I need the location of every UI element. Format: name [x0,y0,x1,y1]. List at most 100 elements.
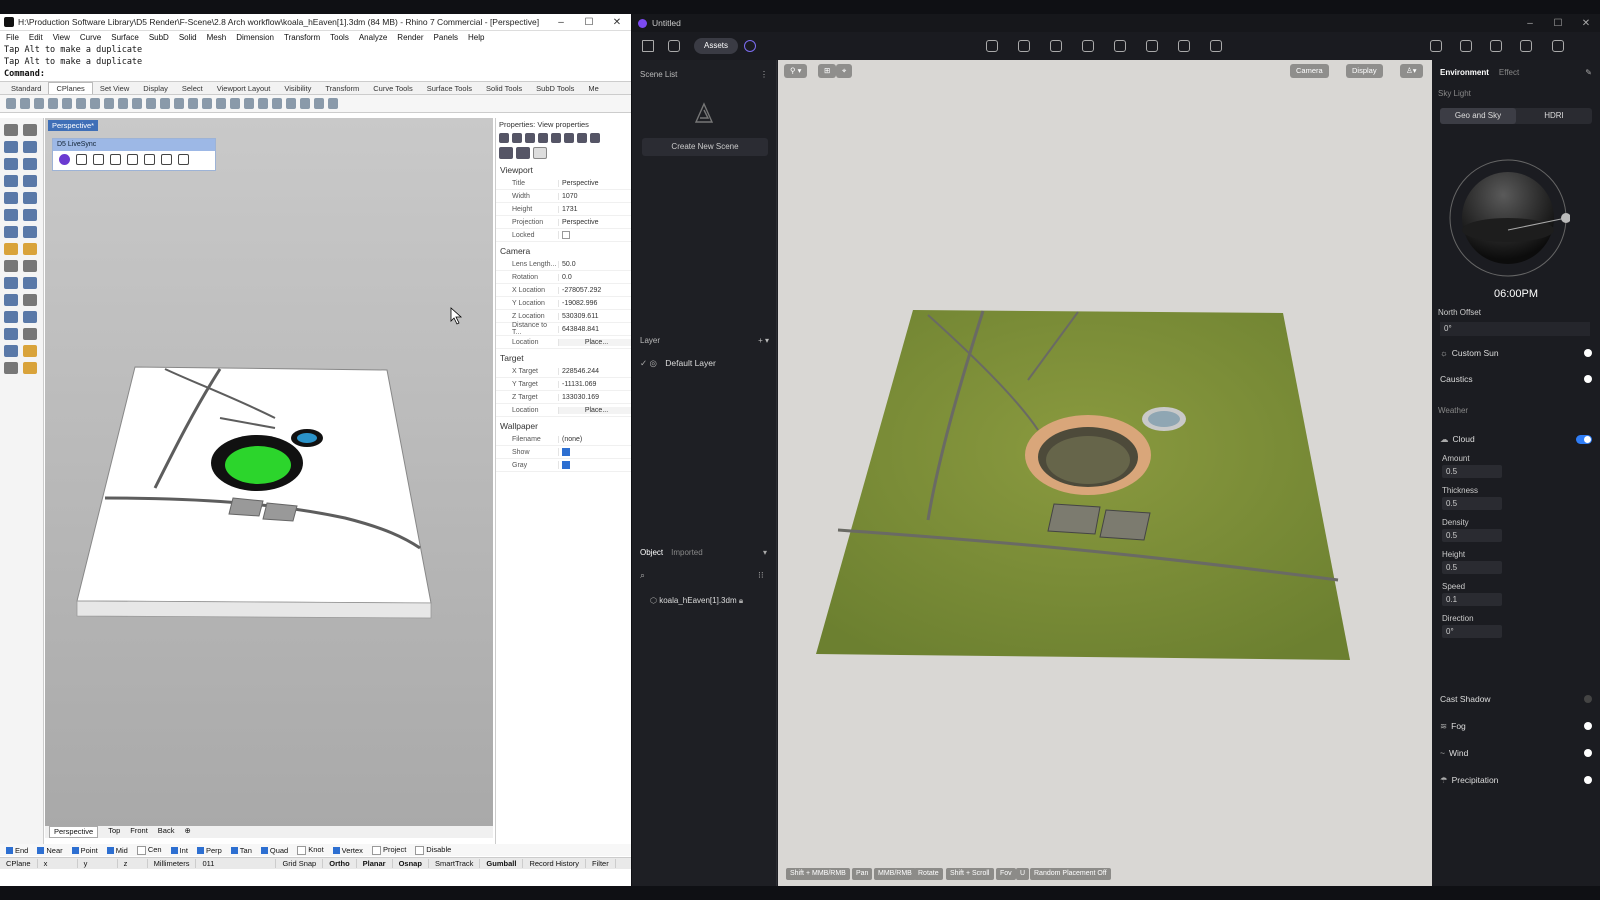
prop-distance-value[interactable]: 643848.841 [558,325,631,333]
menu-transform[interactable]: Transform [284,33,320,42]
render-icon[interactable] [577,133,587,143]
video-icon[interactable] [1520,40,1532,52]
close-icon[interactable]: ✕ [603,17,631,28]
link-icon[interactable] [516,147,530,159]
tab-transform[interactable]: Transform [318,83,366,94]
speed-input[interactable]: 0.1 [1442,593,1502,606]
tab-curve-tools[interactable]: Curve Tools [366,83,419,94]
path-icon[interactable] [1018,40,1030,52]
prop-ytarget-value[interactable]: -11131.069 [558,380,631,388]
menu-surface[interactable]: Surface [111,33,139,42]
tab-mesh-tools[interactable]: Me [581,83,605,94]
cplane-tool-icon[interactable] [258,98,268,109]
assets-button[interactable]: Assets [694,38,738,54]
tab-effect[interactable]: Effect [1499,68,1519,77]
filter-icon[interactable]: ▾ [763,548,767,557]
camera-icon[interactable] [499,147,513,159]
grid-icon[interactable]: ⁝⁝ [758,570,764,581]
tab-subd-tools[interactable]: SubD Tools [529,83,581,94]
wind-toggle[interactable] [1584,749,1592,757]
amount-input[interactable]: 0.5 [1442,465,1502,478]
osnap-mid[interactable]: Mid [107,846,128,855]
cplane-tool-icon[interactable] [146,98,156,109]
menu-dimension[interactable]: Dimension [236,33,274,42]
close-icon[interactable]: ✕ [1572,18,1600,29]
tab-cplanes[interactable]: CPlanes [48,82,93,94]
cplane-tool-icon[interactable] [48,98,58,109]
object-props-icon[interactable] [499,133,509,143]
sky-light-header[interactable]: Sky Light [1432,85,1600,102]
layer-tool-icon[interactable] [4,345,18,357]
cplane-tool-icon[interactable] [286,98,296,109]
material-tool-icon[interactable] [23,345,37,357]
boolean-tool-icon[interactable] [23,277,37,289]
minimize-icon[interactable]: – [547,17,575,28]
curve-tool-icon[interactable] [4,141,18,153]
analyze-tool-icon[interactable] [23,328,37,340]
tab-perspective[interactable]: Perspective [49,826,99,838]
scatter-icon[interactable] [1114,40,1126,52]
cplane-tool-icon[interactable] [314,98,324,109]
thickness-input[interactable]: 0.5 [1442,497,1502,510]
prop-projection-select[interactable]: Perspective [558,218,631,226]
prop-rotation-value[interactable]: 0.0 [558,273,631,281]
tab-display[interactable]: Display [136,83,175,94]
place-icon[interactable] [986,40,998,52]
share-icon[interactable] [1460,40,1472,52]
measure-icon[interactable] [1146,40,1158,52]
display-icon[interactable] [590,133,600,143]
terrain-icon[interactable] [1210,40,1222,52]
menu-solid[interactable]: Solid [179,33,197,42]
image-icon[interactable] [1490,40,1502,52]
command-prompt[interactable]: Command: [4,68,631,80]
prop-title-value[interactable]: Perspective [558,179,631,187]
prop-xloc-value[interactable]: -278057.292 [558,286,631,294]
tab-environment[interactable]: Environment [1440,68,1489,77]
brush-icon[interactable] [1050,40,1062,52]
menu-icon[interactable] [642,40,654,52]
polygon-tool-icon[interactable] [23,175,37,187]
properties-tool-icon[interactable] [4,362,18,374]
tab-solid-tools[interactable]: Solid Tools [479,83,529,94]
cplane-tool-icon[interactable] [300,98,310,109]
target-place-button[interactable]: Place... [558,406,631,414]
cplane-tool-icon[interactable] [104,98,114,109]
density-input[interactable]: 0.5 [1442,529,1502,542]
camera-place-button[interactable]: Place... [558,338,631,346]
status-layer[interactable]: 011 [196,859,277,868]
grid-tool-icon[interactable] [4,328,18,340]
status-grid-snap[interactable]: Grid Snap [276,859,324,868]
create-new-scene-button[interactable]: Create New Scene [642,138,768,156]
solid-tool-icon[interactable] [4,209,18,221]
tab-top[interactable]: Top [108,826,120,838]
precipitation-toggle[interactable] [1584,776,1592,784]
osnap-project[interactable]: Project [372,845,406,855]
search-icon[interactable]: ⌕ [640,570,645,581]
menu-curve[interactable]: Curve [80,33,101,42]
cplane-tool-icon[interactable] [216,98,226,109]
weather-header[interactable]: Weather [1432,402,1474,419]
cplane-tool-icon[interactable] [6,98,16,109]
tab-standard[interactable]: Standard [4,83,48,94]
tab-imported[interactable]: Imported [671,548,703,557]
cplane-tool-icon[interactable] [34,98,44,109]
show-checkbox[interactable] [562,448,570,456]
sun-position-dial[interactable] [1446,156,1570,280]
annotate-icon[interactable] [1178,40,1190,52]
tab-surface-tools[interactable]: Surface Tools [420,83,479,94]
tab-front[interactable]: Front [130,826,148,838]
light-tool-icon[interactable] [4,243,18,255]
object-list-item[interactable]: ⬡ koala_hEaven[1].3dm 🔒︎ [650,596,743,606]
tab-viewport-layout[interactable]: Viewport Layout [210,83,278,94]
cplane-tool-icon[interactable] [20,98,30,109]
scene-more-icon[interactable]: ⋮ [752,70,776,79]
d5-render-viewport[interactable]: ⚲ ▾ ⊞ ⌖ Camera Display ♙▾ Shift + MMB/RM… [778,60,1432,886]
prop-zloc-value[interactable]: 530309.611 [558,312,631,320]
menu-tools[interactable]: Tools [330,33,349,42]
cplane-tool-icon[interactable] [118,98,128,109]
north-offset-input[interactable]: 0° [1440,322,1590,336]
mesh-tool-icon[interactable] [4,226,18,238]
array-tool-icon[interactable] [4,311,18,323]
osnap-perp[interactable]: Perp [197,846,222,855]
cplane-tool-icon[interactable] [174,98,184,109]
